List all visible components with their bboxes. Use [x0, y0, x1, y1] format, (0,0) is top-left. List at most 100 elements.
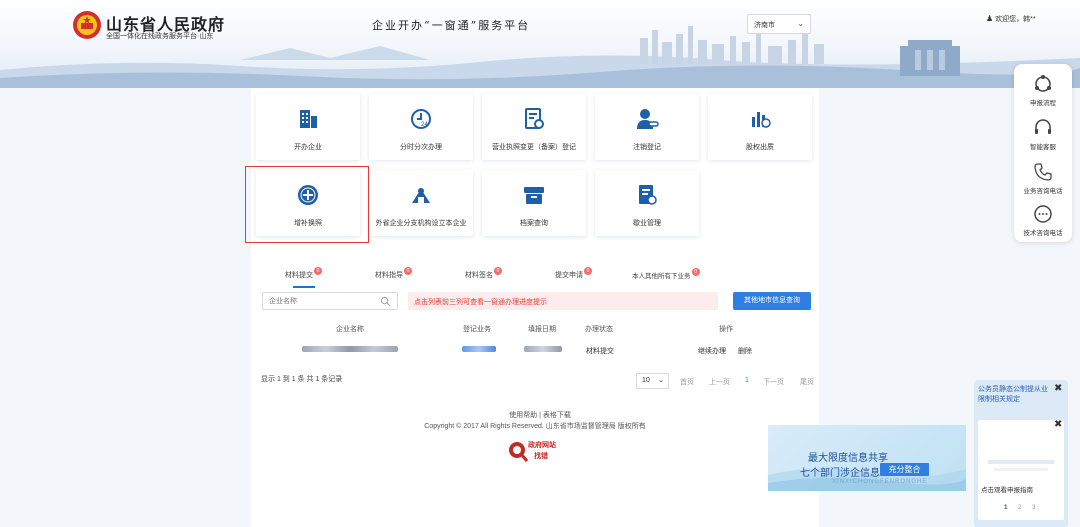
page-size-select[interactable]: 10 ⌄	[636, 373, 669, 389]
tab-label: 材料指导	[375, 272, 403, 279]
pager-next[interactable]: 下一页	[763, 377, 784, 387]
fill-date-redacted[interactable]	[524, 346, 562, 354]
tab-label: 本人其他所有下业务	[632, 273, 691, 280]
business-type-redacted[interactable]	[462, 346, 496, 354]
side-item-label: 智能客服	[1030, 144, 1056, 151]
service-label: 注销登记	[633, 144, 661, 151]
flow-icon	[1035, 75, 1051, 92]
service-label: 歇业管理	[633, 220, 661, 227]
pager-current[interactable]: 1	[745, 377, 749, 384]
tab-badge: 0	[494, 267, 502, 275]
user-minus-icon	[637, 109, 659, 129]
badge-line2: 找错	[534, 453, 548, 460]
page-dot-2[interactable]: 2	[1018, 504, 1022, 511]
tab-label: 材料签名	[465, 272, 493, 279]
side-item-service[interactable]: 智能客服	[1014, 118, 1072, 151]
row-status: 材料提交	[586, 348, 614, 355]
branch-icon	[412, 188, 430, 203]
side-item-process[interactable]: 申报流程	[1014, 74, 1072, 107]
table-header-status: 办理状态	[585, 326, 613, 333]
service-tile-license-change[interactable]: 营业执照变更（备案）登记	[482, 94, 586, 160]
tab-material-submit[interactable]: 材料提交0	[285, 267, 322, 280]
user-greeting-text: 欢迎您，韩**	[995, 16, 1036, 23]
side-item-label: 业务咨询电话	[1023, 188, 1063, 195]
equity-chart-icon	[752, 112, 771, 128]
city-select[interactable]: 济南市 ⌄	[747, 14, 811, 34]
national-emblem-logo	[73, 11, 101, 39]
close-icon[interactable]: ✖	[1054, 419, 1062, 430]
banner-footer-text: XINXICHONGFENRONGHE	[832, 479, 928, 485]
page-header: 山东省人民政府 全国一体化在线政务服务平台·山东 企业开办“一窗通”服务平台 济…	[0, 0, 1080, 88]
right-float-toolbar: 申报流程 智能客服 业务咨询电话 技术咨询电话	[1014, 64, 1072, 242]
service-label: 营业执照变更（备案）登记	[492, 144, 576, 151]
tab-label: 材料提交	[285, 272, 313, 279]
delete-link[interactable]: 删除	[738, 346, 752, 356]
svg-text:24: 24	[421, 122, 428, 128]
company-search[interactable]	[262, 292, 398, 310]
chat-icon	[1034, 205, 1052, 223]
user-greeting[interactable]: ♟ 欢迎您，韩**	[986, 14, 1036, 24]
other-city-query-button[interactable]: 其他地市信息查询	[733, 292, 811, 310]
service-tile-start-business[interactable]: 开办企业	[256, 94, 360, 160]
service-tile-deregister[interactable]: 注销登记	[595, 94, 699, 160]
company-search-input[interactable]	[263, 293, 373, 309]
banner-pill: 充分整合	[880, 463, 929, 476]
archive-box-icon	[524, 187, 544, 204]
policy-title[interactable]: 公务员静态公制提从业限制相关规定	[978, 385, 1048, 405]
service-label: 分时分次办理	[400, 144, 442, 151]
pager-prev[interactable]: 上一页	[709, 377, 730, 387]
tab-material-sign[interactable]: 材料签名0	[465, 267, 502, 280]
service-tile-archive-query[interactable]: 档案查询	[482, 170, 586, 236]
service-tile-suspension[interactable]: 歇业管理	[595, 170, 699, 236]
page-dot-3[interactable]: 3	[1032, 504, 1036, 511]
policy-card-label[interactable]: 点击观看申报指南	[981, 484, 1033, 494]
user-icon: ♟	[986, 14, 994, 23]
phone-icon	[1034, 163, 1052, 181]
tab-material-guide[interactable]: 材料指导0	[375, 267, 412, 280]
service-tile-timed[interactable]: 24 分时分次办理	[369, 94, 473, 160]
chevron-down-icon: ⌄	[797, 19, 804, 28]
tab-other-business[interactable]: 本人其他所有下业务0	[632, 268, 700, 281]
search-icon[interactable]	[380, 296, 391, 307]
service-label: 档案查询	[520, 220, 548, 227]
pager-first[interactable]: 首页	[680, 377, 694, 387]
platform-title: 企业开办“一窗通”服务平台	[372, 19, 531, 32]
building-icon	[300, 110, 317, 128]
table-header-date: 填报日期	[528, 326, 556, 333]
tab-badge: 0	[691, 268, 700, 276]
continue-link[interactable]: 继续办理	[698, 346, 726, 356]
tab-label: 提交申请	[555, 272, 583, 279]
city-select-value: 济南市	[754, 22, 775, 29]
service-label: 外省企业分支机构设立本企业	[375, 220, 467, 227]
record-info: 显示 1 到 1 条 共 1 条记录	[261, 376, 343, 383]
highlight-box	[245, 166, 369, 243]
headset-icon	[1035, 119, 1051, 134]
company-name-redacted[interactable]	[302, 346, 398, 354]
close-icon[interactable]: ✖	[1054, 383, 1062, 394]
side-item-label: 申报流程	[1030, 100, 1056, 107]
page-size-value: 10	[642, 377, 650, 384]
side-item-tech-phone[interactable]: 技术咨询电话	[1014, 204, 1072, 237]
tab-submit-application[interactable]: 提交申请0	[555, 267, 592, 280]
service-label: 股权出质	[746, 144, 774, 151]
page-dot-1[interactable]: 1	[1004, 504, 1008, 511]
table-header-company: 企业名称	[336, 326, 364, 333]
table-header-business: 登记业务	[463, 326, 491, 333]
banner-headline: 最大限度信息共享	[808, 453, 888, 464]
side-item-label: 技术咨询电话	[1023, 230, 1063, 237]
clock-24-icon: 24	[411, 109, 431, 129]
side-item-business-phone[interactable]: 业务咨询电话	[1014, 162, 1072, 195]
tab-badge: 0	[404, 267, 412, 275]
gov-website-error-badge[interactable]: 政府网站 找错	[506, 438, 566, 464]
service-tile-equity-pledge[interactable]: 股权出质	[708, 94, 812, 160]
business-list-panel	[258, 247, 818, 427]
hint-message: 点击列表前三列可查看一窗通办理进度提示	[408, 292, 718, 310]
service-label: 开办企业	[294, 144, 322, 151]
footer-links[interactable]: 使用帮助 | 表格下载	[0, 410, 1080, 420]
chevron-down-icon: ⌄	[658, 377, 664, 384]
service-tile-branch-establish[interactable]: 外省企业分支机构设立本企业	[369, 170, 473, 236]
pager-last[interactable]: 尾页	[800, 377, 814, 387]
document-edit-icon	[639, 185, 657, 205]
government-subtitle: 全国一体化在线政务服务平台·山东	[106, 33, 214, 40]
banner-subline: 七个部门涉企信息	[800, 468, 880, 479]
